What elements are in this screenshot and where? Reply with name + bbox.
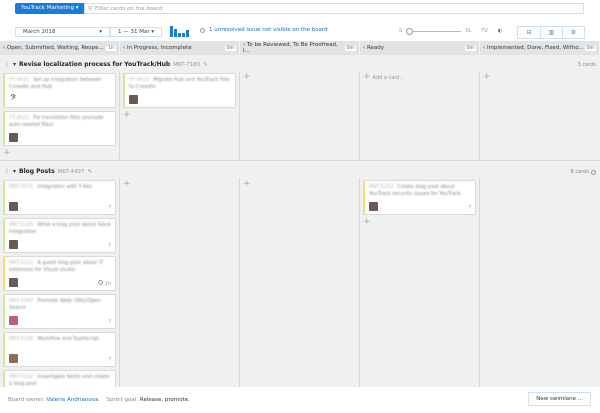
swimlane: YT-4021 Set up integration between Crowdi… [0,71,600,161]
collapse-icon[interactable]: ‹ [123,45,125,51]
lane-cell: + [240,178,360,387]
tv-mode-button[interactable]: TV [481,28,487,34]
avatar [9,316,18,325]
info-icon [200,27,205,33]
new-swimlane-button[interactable]: New swimlane ... [528,392,591,406]
column-header[interactable]: ‹ To be Reviewed, To Be Proofread, I... 0… [240,41,360,55]
inbox-icon[interactable]: ⊟ [518,27,540,38]
unresolved-issues-link[interactable]: 1 unresolved issue not visible on the bo… [200,27,328,33]
card[interactable]: MKT-5163 Create blog post about YouTrack … [363,180,476,215]
chart-icon[interactable]: ▥ [540,27,562,38]
add-card-icon[interactable]: + [243,73,356,82]
collapse-icon[interactable]: ‹ [3,45,5,51]
card[interactable]: YT-4021 Set up integration between Crowdi… [3,73,116,108]
gear-icon[interactable]: ⚙ [562,27,584,38]
chevron-down-icon: ▾ [151,29,154,35]
card[interactable]: MKT-5106 Workflow and TypeScript? [3,332,116,367]
lane-cell: + [120,178,240,387]
board-footer: Board owner: Valerie Andrianova Sprint g… [0,387,600,413]
lane-cell: MKT-5071 Integration with T-Rex? MKT-5105… [0,178,120,387]
card[interactable]: MKT-5071 Integration with T-Rex? [3,180,116,215]
card[interactable]: YT-4022 Fix translation files (exclude au… [3,111,116,146]
lane-cell: + [240,71,360,160]
timer-icon [98,280,104,285]
add-card-icon[interactable]: + [123,111,236,120]
column-header[interactable]: ‹ Implemented, Done, Fixed, Witho... 0m [480,41,600,55]
avatar [9,202,18,211]
avatar [369,202,378,211]
swimlane-header: ⋮ ▾ Blog Posts MKT-4497 ✎ [4,168,93,175]
board-owner-link[interactable]: Valerie Andrianova [46,397,98,403]
sprint-selector[interactable]: March 2018 ▾ [15,27,110,37]
column-header[interactable]: ‹ In Progress, Incomplete 0m [120,41,240,55]
collapse-icon[interactable]: ‹ [483,45,485,51]
add-card-icon[interactable]: + [483,73,597,82]
swimlane: MKT-5071 Integration with T-Rex? MKT-5105… [0,178,600,387]
lane-cell: YT-4023 Migrate Hub and YouTrack files to… [120,71,240,160]
add-card-icon: + [363,72,371,82]
add-card-icon[interactable]: + [243,180,356,189]
card-size-slider[interactable]: S XL TV ◐ [399,27,502,35]
chevron-down-icon: ▾ [99,29,102,35]
avatar [9,278,18,287]
search-icon: ⚲ [88,5,93,12]
bass-clef-avatar-icon: 𝄢 [10,94,17,105]
drag-handle-icon[interactable]: ⋮ [4,168,10,175]
edit-icon[interactable]: ✎ [203,62,208,68]
column-header[interactable]: ‹ Ready 0m [360,41,480,55]
card[interactable]: MKT-5121 A guest blog post about IT exten… [3,256,116,291]
collapse-triangle-icon[interactable]: ▾ [13,61,16,68]
lane-cell: + [480,71,600,160]
collapse-icon[interactable]: ‹ [363,45,365,51]
add-card-icon[interactable]: + [123,180,236,189]
lane-cell [480,178,600,387]
avatar [9,133,18,142]
burndown-chart-button[interactable] [170,26,192,37]
column-header[interactable]: ‹ Open, Submitted, Waiting, Reope... 1h [0,41,120,55]
avatar [9,240,18,249]
add-card-icon[interactable]: + [363,218,476,227]
board: ⋮ ▾ Revise localization process for YouTr… [0,55,600,387]
card[interactable]: MKT-5105 Write a blog post about Slack in… [3,218,116,253]
drag-handle-icon[interactable]: ⋮ [4,61,10,68]
lane-cell: YT-4021 Set up integration between Crowdi… [0,71,120,160]
add-card-icon[interactable]: + [3,149,116,158]
slider-knob[interactable] [406,27,414,35]
column-headers: ‹ Open, Submitted, Waiting, Reope... 1h ‹… [0,41,600,55]
lane-cell: MKT-5163 Create blog post about YouTrack … [360,178,480,387]
contrast-icon[interactable]: ◐ [498,28,502,34]
date-range-selector[interactable]: 1 — 31 Mar ▾ [110,27,162,37]
card[interactable]: MKT-5047 Promote Webr DRG/Open Search? [3,294,116,329]
search-input[interactable]: ⚲ Filter cards on the board [84,3,584,14]
swimlane-header: ⋮ ▾ Revise localization process for YouTr… [4,61,208,68]
add-card-button[interactable]: + Add a card... [363,73,476,82]
card[interactable]: YT-4023 Migrate Hub and YouTrack files to… [123,73,236,108]
card[interactable]: MKT-5152 Investigate Kotlin and create a … [3,370,116,387]
toolbar: YouTrack Marketing ▾ ⚲ Filter cards on th… [0,0,600,41]
avatar [9,354,18,363]
info-icon [591,169,596,175]
project-selector[interactable]: YouTrack Marketing ▾ [15,3,85,14]
collapse-triangle-icon[interactable]: ▾ [13,168,16,175]
edit-icon[interactable]: ✎ [87,169,92,175]
avatar [129,95,138,104]
lane-cell: + Add a card... [360,71,480,160]
